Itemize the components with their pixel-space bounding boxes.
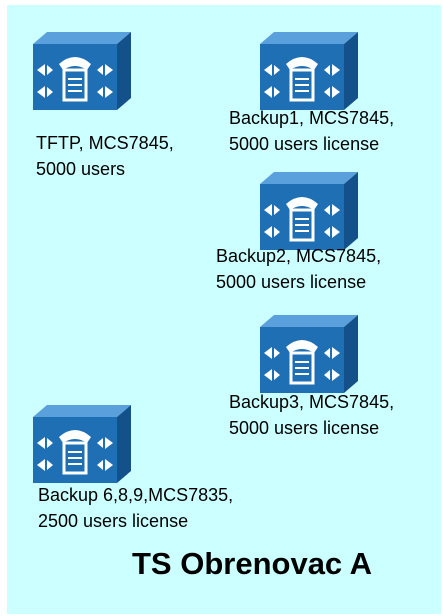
node-label-backup3: Backup3, MCS7845, 5000 users license [229,389,394,441]
node-label-backup1: Backup1, MCS7845, 5000 users license [229,105,394,157]
node-label-line: Backup3, MCS7845, [229,392,395,412]
node-label-line: 5000 users license [229,134,380,154]
node-label-tftp: TFTP, MCS7845, 5000 users [36,130,174,182]
diagram-title: TS Obrenovac A [132,546,373,581]
diagram-panel: TFTP, MCS7845, 5000 users Backup1, MCS78… [7,5,441,614]
node-label-line: Backup1, MCS7845, [229,108,395,128]
call-manager-server-icon [260,30,358,110]
node-label-line: 5000 users license [229,418,380,438]
call-manager-server-icon [33,403,131,483]
node-label-line: TFTP, MCS7845, [36,133,174,153]
node-label-line: Backup2, MCS7845, [216,246,382,266]
node-label-line: 5000 users license [216,272,367,292]
node-label-backup-6-8-9: Backup 6,8,9,MCS7835, 2500 users license [38,482,233,534]
node-label-line: 2500 users license [38,511,189,531]
node-label-line: 5000 users [36,159,126,179]
call-manager-server-icon [260,170,358,250]
node-label-backup2: Backup2, MCS7845, 5000 users license [216,243,381,295]
node-label-line: Backup 6,8,9,MCS7835, [38,485,234,505]
call-manager-server-icon [33,30,131,110]
call-manager-server-icon [260,313,358,393]
